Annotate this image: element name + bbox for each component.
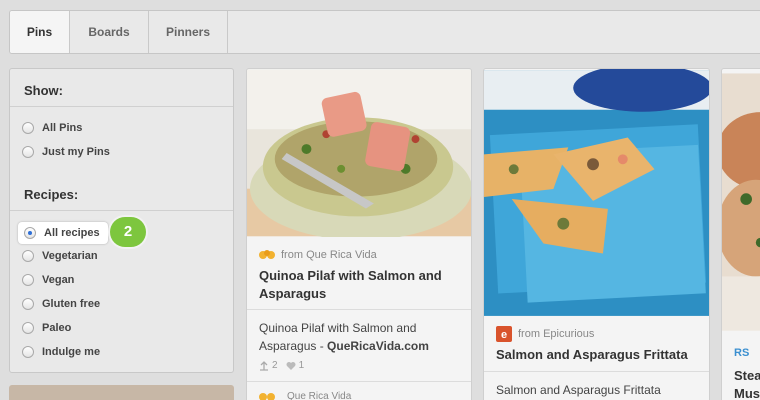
pin-card[interactable]: from Que Rica Vida Quinoa Pilaf with Sal… (246, 68, 472, 400)
recipe-option-gluten-free[interactable]: Gluten free (22, 294, 100, 314)
tab-boards[interactable]: Boards (70, 11, 149, 53)
radio-button[interactable] (22, 250, 34, 262)
radio-button[interactable] (22, 322, 34, 334)
epicurious-logo-icon: e (496, 326, 512, 342)
pin-title[interactable]: Salmon and Asparagus Frittata (496, 346, 699, 364)
divider (247, 381, 471, 382)
que-rica-vida-logo-icon (259, 250, 275, 259)
pin-source[interactable]: from Que Rica Vida (259, 249, 377, 261)
show-option-all-pins[interactable]: All Pins (22, 118, 82, 138)
pin-description: Salmon and Asparagus Frittata (496, 383, 661, 397)
pin-image-frittata[interactable] (484, 69, 709, 317)
recipe-option-indulge-me[interactable]: Indulge me (22, 342, 100, 362)
radio-button[interactable] (22, 146, 34, 158)
que-rica-vida-logo-icon (259, 392, 275, 400)
pin-image-thumbnail[interactable] (9, 385, 234, 400)
pin-card[interactable]: e from Epicurious Salmon and Asparagus F… (483, 68, 710, 400)
show-heading: Show: (24, 83, 63, 98)
divider (10, 210, 233, 211)
pin-source[interactable]: e from Epicurious (496, 326, 594, 342)
recipes-heading: Recipes: (24, 187, 79, 202)
pin-stats: 2 1 (259, 360, 304, 371)
divider (484, 371, 709, 372)
radio-button[interactable] (22, 298, 34, 310)
next-pin-source: Que Rica Vida (259, 391, 351, 400)
pin-source[interactable]: RS (734, 347, 749, 359)
recipe-option-all-recipes[interactable]: All recipes (18, 222, 108, 244)
recipe-option-vegetarian[interactable]: Vegetarian (22, 246, 98, 266)
pin-card[interactable]: RS Stea Mus (721, 68, 760, 400)
rs-logo-icon: RS (734, 347, 750, 359)
step-number-badge: 2 (110, 217, 146, 247)
svg-text:e: e (501, 329, 507, 341)
tab-pins[interactable]: Pins (10, 11, 70, 53)
search-type-tabs: Pins Boards Pinners (9, 10, 760, 54)
divider (10, 106, 233, 107)
radio-button-selected[interactable] (24, 227, 36, 239)
recipe-option-paleo[interactable]: Paleo (22, 318, 71, 338)
tab-pinners[interactable]: Pinners (149, 11, 228, 53)
pin-title[interactable]: Stea Mus (734, 367, 760, 400)
pin-image-steak[interactable] (722, 69, 760, 335)
pin-source-link[interactable]: QueRicaVida.com (327, 339, 429, 353)
pin-description: Quinoa Pilaf with Salmon and Asparagus -… (259, 321, 429, 353)
repin-icon (260, 360, 268, 371)
heart-icon (286, 361, 296, 370)
pin-title[interactable]: Quinoa Pilaf with Salmon and Asparagus (259, 267, 461, 303)
radio-button[interactable] (22, 122, 34, 134)
recipe-option-vegan[interactable]: Vegan (22, 270, 74, 290)
radio-button[interactable] (22, 274, 34, 286)
show-option-my-pins[interactable]: Just my Pins (22, 142, 110, 162)
divider (247, 309, 471, 310)
radio-button[interactable] (22, 346, 34, 358)
pin-image-quinoa-pilaf[interactable] (247, 69, 471, 237)
